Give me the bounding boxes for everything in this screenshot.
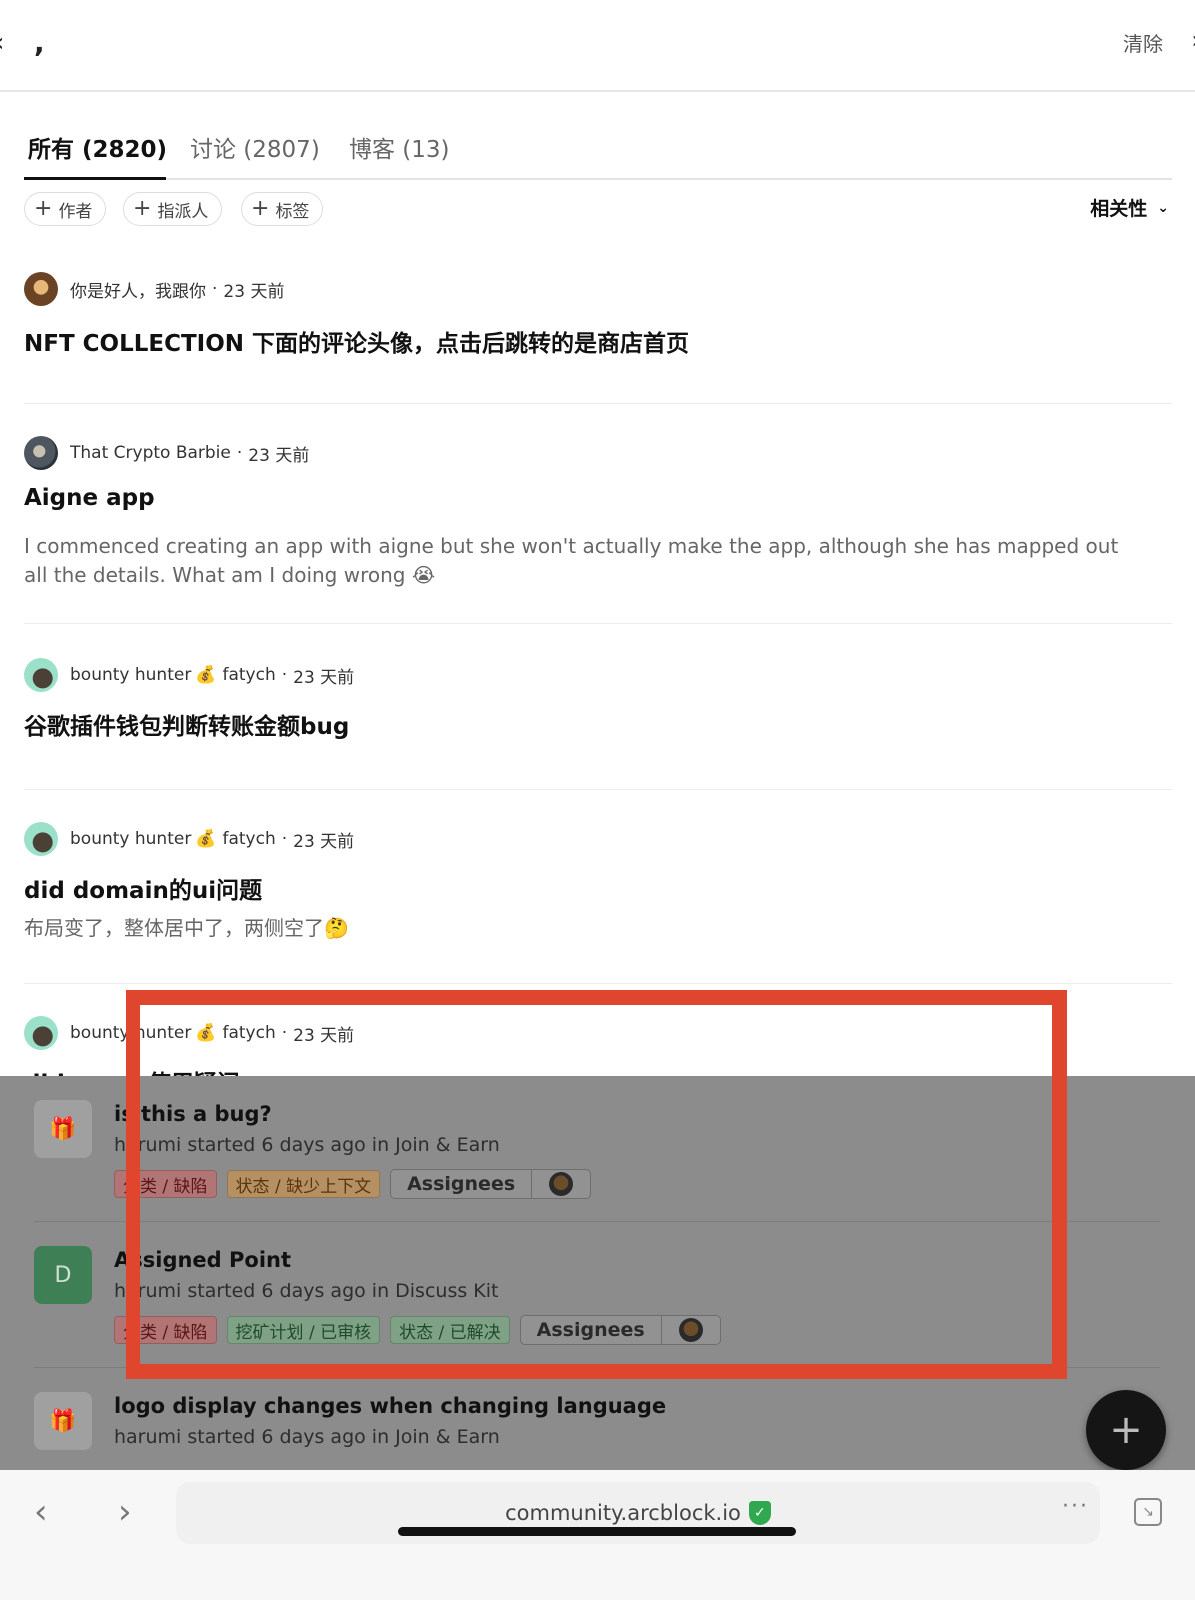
plus-icon: +: [251, 196, 270, 221]
plus-icon: +: [34, 196, 53, 221]
filter-author-label: 作者: [58, 201, 93, 222]
avatar[interactable]: [24, 272, 58, 306]
post-author[interactable]: That Crypto Barbie: [70, 443, 231, 463]
underlay-item-subtitle: harumi started 6 days ago in Join & Earn: [114, 1426, 500, 1448]
post-item[interactable]: That Crypto Barbie · 23 天前 Aigne app I c…: [24, 428, 1172, 624]
avatar[interactable]: [24, 822, 58, 856]
post-title[interactable]: Aigne app: [24, 485, 155, 511]
filter-tag-label: 标签: [275, 201, 310, 222]
underlay-item[interactable]: 🎁 logo display changes when changing lan…: [34, 1384, 1160, 1470]
sort-label: 相关性: [1090, 198, 1148, 220]
post-title[interactable]: NFT COLLECTION 下面的评论头像，点击后跳转的是商店首页: [24, 324, 689, 358]
post-time: 23 天前: [293, 831, 355, 852]
post-excerpt: 布局变了，整体居中了，两侧空了🤔: [24, 916, 349, 940]
post-author[interactable]: 你是好人，我跟你: [70, 277, 206, 302]
top-bar: ‹ , 清除 ›: [0, 0, 1195, 92]
post-meta: bounty hunter 💰 fatych · 23 天前: [24, 822, 354, 856]
filter-assignee-chip[interactable]: + 指派人: [123, 192, 223, 226]
plus-icon: +: [133, 196, 152, 221]
home-indicator: [398, 1527, 796, 1536]
tabs-switcher-icon[interactable]: ↘: [1134, 1498, 1162, 1526]
post-meta: That Crypto Barbie · 23 天前: [24, 436, 309, 470]
tab-discussions[interactable]: 讨论 (2807): [190, 130, 320, 164]
post-author-suffix: fatych: [222, 829, 276, 849]
avatar[interactable]: [24, 658, 58, 692]
close-chevron-icon[interactable]: ›: [1191, 26, 1195, 54]
post-author[interactable]: bounty hunter: [70, 665, 191, 685]
post-time: 23 天前: [293, 667, 355, 688]
browser-forward-icon[interactable]: ›: [118, 1492, 132, 1532]
url-text: community.arcblock.io: [505, 1501, 741, 1525]
post-item[interactable]: bounty hunter 💰 fatych · 23 天前 did domai…: [24, 814, 1172, 984]
search-query-text[interactable]: ,: [34, 26, 45, 59]
new-post-button[interactable]: +: [1086, 1390, 1166, 1470]
active-tab-indicator: [24, 177, 166, 180]
post-item[interactable]: bounty hunter 💰 fatych · 23 天前 谷歌插件钱包判断转…: [24, 650, 1172, 790]
post-item[interactable]: 你是好人，我跟你 · 23 天前 NFT COLLECTION 下面的评论头像，…: [24, 264, 1172, 404]
gift-icon: 🎁: [34, 1392, 92, 1450]
post-meta: bounty hunter 💰 fatych · 23 天前: [24, 658, 354, 692]
filter-tag-chip[interactable]: + 标签: [241, 192, 324, 226]
avatar[interactable]: [24, 436, 58, 470]
chevron-down-icon: ⌄: [1157, 199, 1169, 216]
post-time: 23 天前: [223, 281, 285, 302]
browser-back-icon[interactable]: ‹: [34, 1492, 48, 1532]
more-options-icon[interactable]: ···: [1062, 1494, 1089, 1519]
post-title[interactable]: 谷歌插件钱包判断转账金额bug: [24, 707, 349, 741]
post-meta: 你是好人，我跟你 · 23 天前: [24, 272, 284, 306]
sort-dropdown[interactable]: 相关性 ⌄: [1090, 194, 1169, 221]
result-tabs: 所有 (2820) 讨论 (2807) 博客 (13): [24, 118, 1172, 180]
underlay-item-title[interactable]: logo display changes when changing langu…: [114, 1394, 666, 1418]
avatar[interactable]: [24, 1016, 58, 1050]
letter-avatar-icon: D: [34, 1246, 92, 1304]
post-time: 23 天前: [248, 445, 310, 466]
filter-assignee-label: 指派人: [157, 201, 209, 222]
post-excerpt: I commenced creating an app with aigne b…: [24, 534, 1119, 587]
annotation-highlight-box: [126, 990, 1067, 1379]
post-author[interactable]: bounty hunter: [70, 829, 191, 849]
post-title[interactable]: did domain的ui问题: [24, 871, 262, 905]
verified-shield-icon: ✓: [748, 1501, 771, 1525]
tab-blogs[interactable]: 博客 (13): [349, 130, 450, 164]
gift-icon: 🎁: [34, 1100, 92, 1158]
filter-author-chip[interactable]: + 作者: [24, 192, 107, 226]
tab-all[interactable]: 所有 (2820): [28, 130, 167, 164]
back-chevron-icon[interactable]: ‹: [0, 28, 4, 58]
money-bag-icon: 💰: [195, 665, 217, 685]
money-bag-icon: 💰: [195, 829, 217, 849]
clear-button[interactable]: 清除: [1123, 28, 1163, 57]
post-author-suffix: fatych: [222, 665, 276, 685]
